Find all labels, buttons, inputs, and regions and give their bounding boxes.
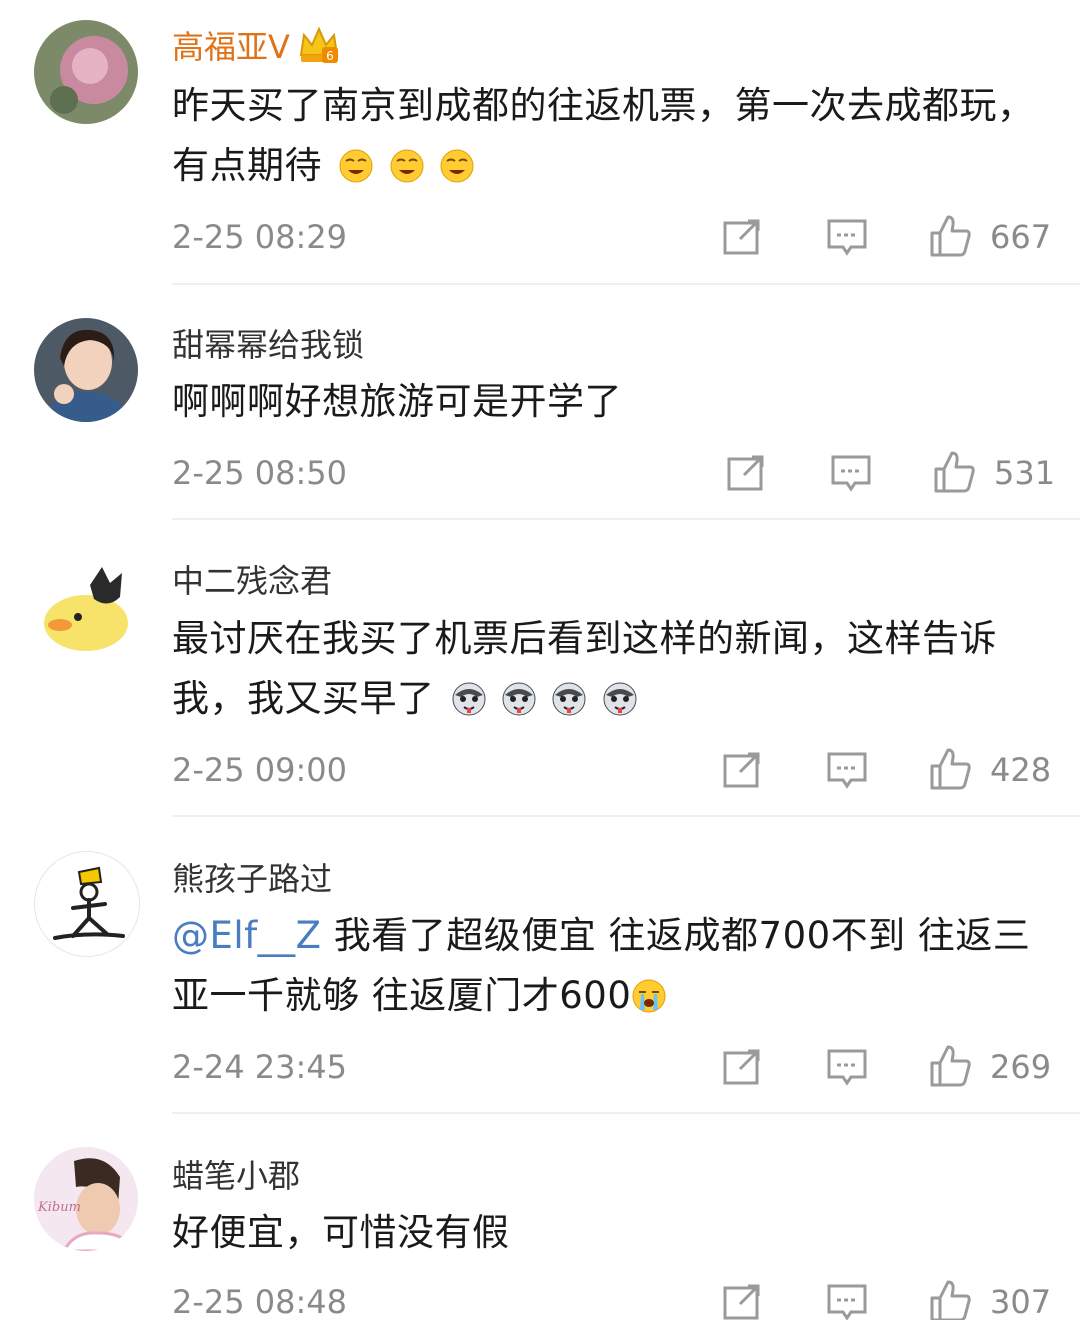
username[interactable]: 高福亚V 6	[172, 22, 340, 73]
husky-emoji	[452, 682, 486, 716]
husky-emoji	[502, 682, 536, 716]
comment-text: 昨天买了南京到成都的往返机票，第一次去成都玩，有点期待	[172, 84, 1035, 187]
like-count: 307	[990, 1283, 1052, 1321]
thumbs-up-icon[interactable]	[928, 1043, 972, 1087]
timestamp: 2-25 08:50	[172, 454, 348, 492]
comment-icon[interactable]	[825, 1045, 869, 1089]
avatar[interactable]	[34, 851, 140, 957]
divider	[172, 283, 1080, 285]
comment-icon[interactable]	[829, 451, 873, 495]
avatar[interactable]	[34, 553, 138, 657]
divider	[172, 518, 1080, 520]
divider	[172, 1112, 1080, 1114]
username[interactable]: 蜡笔小郡	[172, 1151, 300, 1197]
smirk-emoji	[390, 149, 424, 183]
crying-emoji	[632, 979, 666, 1013]
like-count: 269	[990, 1048, 1052, 1086]
like-count: 428	[990, 751, 1052, 789]
comment-text: 啊啊啊好想旅游可是开学了	[172, 380, 622, 423]
repost-icon[interactable]	[720, 1280, 764, 1324]
comment-text: 好便宜，可惜没有假	[172, 1211, 510, 1254]
timestamp: 2-25 08:29	[172, 218, 348, 256]
svg-text:6: 6	[326, 49, 334, 63]
timestamp: 2-25 09:00	[172, 751, 348, 789]
thumbs-up-icon[interactable]	[932, 449, 976, 493]
avatar[interactable]	[34, 318, 138, 422]
username[interactable]: 中二残念君	[172, 556, 332, 602]
thumbs-up-icon[interactable]	[928, 746, 972, 790]
comment-text: 最讨厌在我买了机票后看到这样的新闻，这样告诉我，我又买早了	[172, 617, 997, 720]
smirk-emoji-group	[326, 144, 477, 187]
repost-icon[interactable]	[720, 748, 764, 792]
svg-text:Kibum: Kibum	[37, 1200, 81, 1215]
like-count: 667	[990, 218, 1052, 256]
username[interactable]: 甜幂幂给我锁	[172, 320, 364, 366]
repost-icon[interactable]	[720, 215, 764, 259]
avatar[interactable]	[34, 20, 138, 124]
repost-icon[interactable]	[724, 451, 768, 495]
username[interactable]: 熊孩子路过	[172, 854, 332, 900]
timestamp: 2-24 23:45	[172, 1048, 348, 1086]
timestamp: 2-25 08:48	[172, 1283, 348, 1321]
husky-emoji	[552, 682, 586, 716]
comment-icon[interactable]	[825, 748, 869, 792]
husky-emoji	[603, 682, 637, 716]
husky-emoji-group	[439, 677, 640, 720]
comment-icon[interactable]	[825, 215, 869, 259]
comment-text: @Elf__Z 我看了超级便宜 往返成都700不到 往返三亚一千就够 往返厦门才…	[172, 914, 1031, 1017]
repost-icon[interactable]	[720, 1045, 764, 1089]
avatar[interactable]: Kibum	[34, 1147, 138, 1251]
smirk-emoji	[440, 149, 474, 183]
thumbs-up-icon[interactable]	[928, 1278, 972, 1322]
vip-crown-icon: 6	[298, 25, 340, 73]
mention-link[interactable]: @Elf__Z	[172, 914, 322, 957]
like-count: 531	[994, 454, 1056, 492]
divider	[172, 815, 1080, 817]
thumbs-up-icon[interactable]	[928, 213, 972, 257]
comment-icon[interactable]	[825, 1280, 869, 1324]
smirk-emoji	[339, 149, 373, 183]
